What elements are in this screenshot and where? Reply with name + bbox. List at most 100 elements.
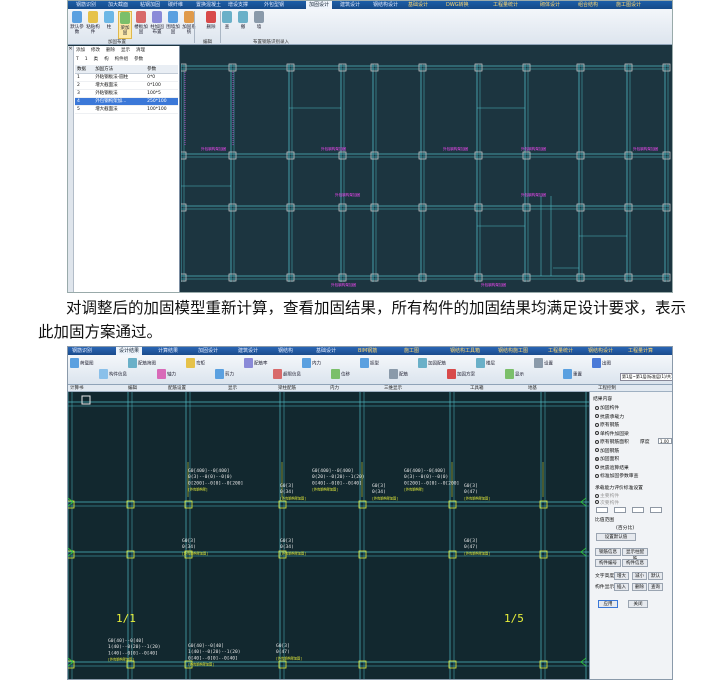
floor-plan-view-top[interactable]: 外包钢构架加固 外包钢构架加固 外包钢构架加固 外包钢构架加固 外包钢构架加固外包钢构架… <box>181 46 673 293</box>
panel-tab[interactable]: 修改 <box>90 47 101 55</box>
panel-tab[interactable]: 显示 <box>120 47 131 55</box>
radio-icon[interactable] <box>595 405 599 410</box>
panel-filter[interactable]: T <box>75 56 80 64</box>
menu-item[interactable]: 钢筋识别 <box>76 1 96 9</box>
result-option[interactable]: 加固钢筋 <box>595 447 619 454</box>
ribbon-button[interactable]: 楼板加固 <box>134 11 148 39</box>
result-option[interactable]: 原有钢筋面积 <box>595 438 629 445</box>
ribbon-button[interactable]: 内力 <box>302 358 321 380</box>
result-option[interactable]: 单构件加固梁 <box>595 430 629 437</box>
panel-tab[interactable]: 清理 <box>135 47 146 55</box>
ribbon-button[interactable]: 墙 <box>252 11 266 39</box>
result-option[interactable]: 抗震承载力 <box>595 413 624 420</box>
menu-item[interactable]: 钢筋识别 <box>72 347 92 355</box>
table-row[interactable]: 4 外包钢构架加... 250*100 <box>75 97 178 106</box>
close-button[interactable]: 关闭 <box>628 600 648 608</box>
radio-icon[interactable] <box>595 465 599 469</box>
radio-icon[interactable] <box>595 414 599 418</box>
ribbon-button[interactable]: 振型 <box>360 358 379 380</box>
ribbon-button[interactable]: 设置 <box>534 358 553 380</box>
result-option[interactable]: 原有钢筋 <box>595 421 619 428</box>
radio-icon[interactable] <box>595 473 599 478</box>
menu-item[interactable]: 增设支撑 <box>228 1 248 9</box>
ribbon-button[interactable]: 查 <box>220 11 234 39</box>
floor-selector[interactable]: 第1层~第1层(标准层(1)/共1层) <box>620 373 672 381</box>
menu-item[interactable]: DWG转换 <box>446 1 469 9</box>
panel-button[interactable]: 钢筋信息 <box>595 548 621 556</box>
apply-button[interactable]: 应用 <box>598 600 618 608</box>
menu-item[interactable]: 施工图 <box>404 347 419 355</box>
table-row[interactable]: 5 增大截面法 100*100 <box>75 105 178 114</box>
menu-item[interactable]: 工程量计算 <box>628 347 653 355</box>
menu-item[interactable]: 建筑设计 <box>238 347 258 355</box>
panel-filter[interactable]: 构 <box>103 56 110 64</box>
menu-item[interactable]: 工程量统计 <box>548 347 573 355</box>
criteria-option[interactable]: 次要构件 <box>595 499 619 506</box>
radio-icon[interactable] <box>595 448 599 452</box>
menu-item[interactable]: BIM钢筋 <box>358 347 377 355</box>
table-row[interactable]: 2 增大截面法 0*100 <box>75 81 178 90</box>
ribbon-button[interactable]: 柱 <box>102 11 116 39</box>
menu-item[interactable]: 工程量统计 <box>493 1 518 9</box>
panel-filter[interactable]: 构件组 <box>114 56 130 64</box>
ribbon-button[interactable]: 删除 <box>204 11 218 39</box>
radio-icon[interactable] <box>595 456 599 461</box>
menu-item[interactable]: 组合结构 <box>578 1 598 9</box>
panel-tab[interactable]: 删除 <box>105 47 116 55</box>
panel-button[interactable]: 插入 <box>614 583 629 591</box>
ribbon-button[interactable]: 梁加固 <box>118 11 132 39</box>
menu-item[interactable]: 基础设计 <box>316 347 336 355</box>
ribbon-button[interactable]: 荷载图 <box>70 358 94 380</box>
ribbon-button[interactable]: 出图 <box>592 358 611 380</box>
thickness-input[interactable]: 1.00 <box>658 438 672 444</box>
radio-icon[interactable] <box>595 431 599 435</box>
ribbon-button[interactable]: 默认参数 <box>70 11 84 39</box>
panel-button[interactable]: 构件信息 <box>622 559 648 567</box>
panel-close-bar[interactable]: ✕ <box>68 46 74 292</box>
menu-item[interactable]: 置换混凝土 <box>196 1 221 9</box>
menu-item[interactable]: 钢结构 <box>278 347 293 355</box>
panel-tab[interactable]: 添加 <box>75 47 86 55</box>
result-plan-view[interactable]: 1/1 1/5G0[400]--0[400]0(3)--0(0)--0(0)0[2… <box>68 392 589 680</box>
menu-item[interactable]: 砌体设计 <box>540 1 560 9</box>
panel-button[interactable]: 默认 <box>648 572 663 580</box>
panel-filter[interactable]: 1 <box>84 56 89 64</box>
menu-item[interactable]: 设计结果 <box>116 347 143 355</box>
result-option[interactable]: 加固构件 <box>595 404 619 411</box>
menu-item[interactable]: 加大截面 <box>108 1 128 9</box>
menu-item[interactable]: 施工图设计 <box>616 1 641 9</box>
table-row[interactable]: 1 外粘钢板法-圆柱 0*0 <box>75 73 178 82</box>
menu-item[interactable]: 钢结构工具箱 <box>450 347 480 355</box>
ribbon-button[interactable]: 加固配筋 <box>418 358 446 380</box>
ribbon-button[interactable]: 弯矩 <box>186 358 205 380</box>
panel-button[interactable]: 减小 <box>632 572 647 580</box>
panel-button[interactable]: 查询 <box>648 583 663 591</box>
ribbon-button[interactable]: 楼层 <box>476 358 495 380</box>
panel-button[interactable]: 显示柱配筋 <box>622 548 648 562</box>
reset-default-button[interactable]: 设置默认值 <box>596 533 636 541</box>
ribbon-button[interactable]: 粘贴构件 <box>86 11 100 39</box>
radio-icon[interactable] <box>595 500 599 504</box>
result-option[interactable]: 抗震验算结果 <box>595 464 629 471</box>
panel-filter[interactable]: 参数 <box>133 56 144 64</box>
ratio-input[interactable] <box>614 507 626 513</box>
radio-icon[interactable] <box>595 422 599 427</box>
ribbon-button[interactable]: 撤 <box>236 11 250 39</box>
panel-button[interactable]: 增大 <box>614 572 629 580</box>
panel-button[interactable]: 删除 <box>632 583 647 591</box>
menu-item[interactable]: 计算结果 <box>158 347 178 355</box>
table-row[interactable]: 3 外粘钢板法 100*5 <box>75 89 178 98</box>
menu-item[interactable]: 钢结构施工图 <box>498 347 528 355</box>
menu-item[interactable]: 外包型钢 <box>264 1 284 9</box>
menu-item[interactable]: 钢结构设计 <box>373 1 398 9</box>
ratio-input[interactable] <box>596 507 608 513</box>
panel-filter[interactable]: 类 <box>93 56 100 64</box>
menu-item[interactable]: 基础设计 <box>408 1 428 9</box>
panel-button[interactable]: 构件编号 <box>595 559 621 567</box>
menu-item[interactable]: 加固设计 <box>306 1 333 9</box>
result-option[interactable]: 加固面积 <box>595 455 619 462</box>
ribbon-button[interactable]: 配筋简图 <box>128 358 156 380</box>
menu-item[interactable]: 碳纤维 <box>168 1 183 9</box>
radio-icon[interactable] <box>595 493 599 498</box>
menu-item[interactable]: 加固设计 <box>198 347 218 355</box>
